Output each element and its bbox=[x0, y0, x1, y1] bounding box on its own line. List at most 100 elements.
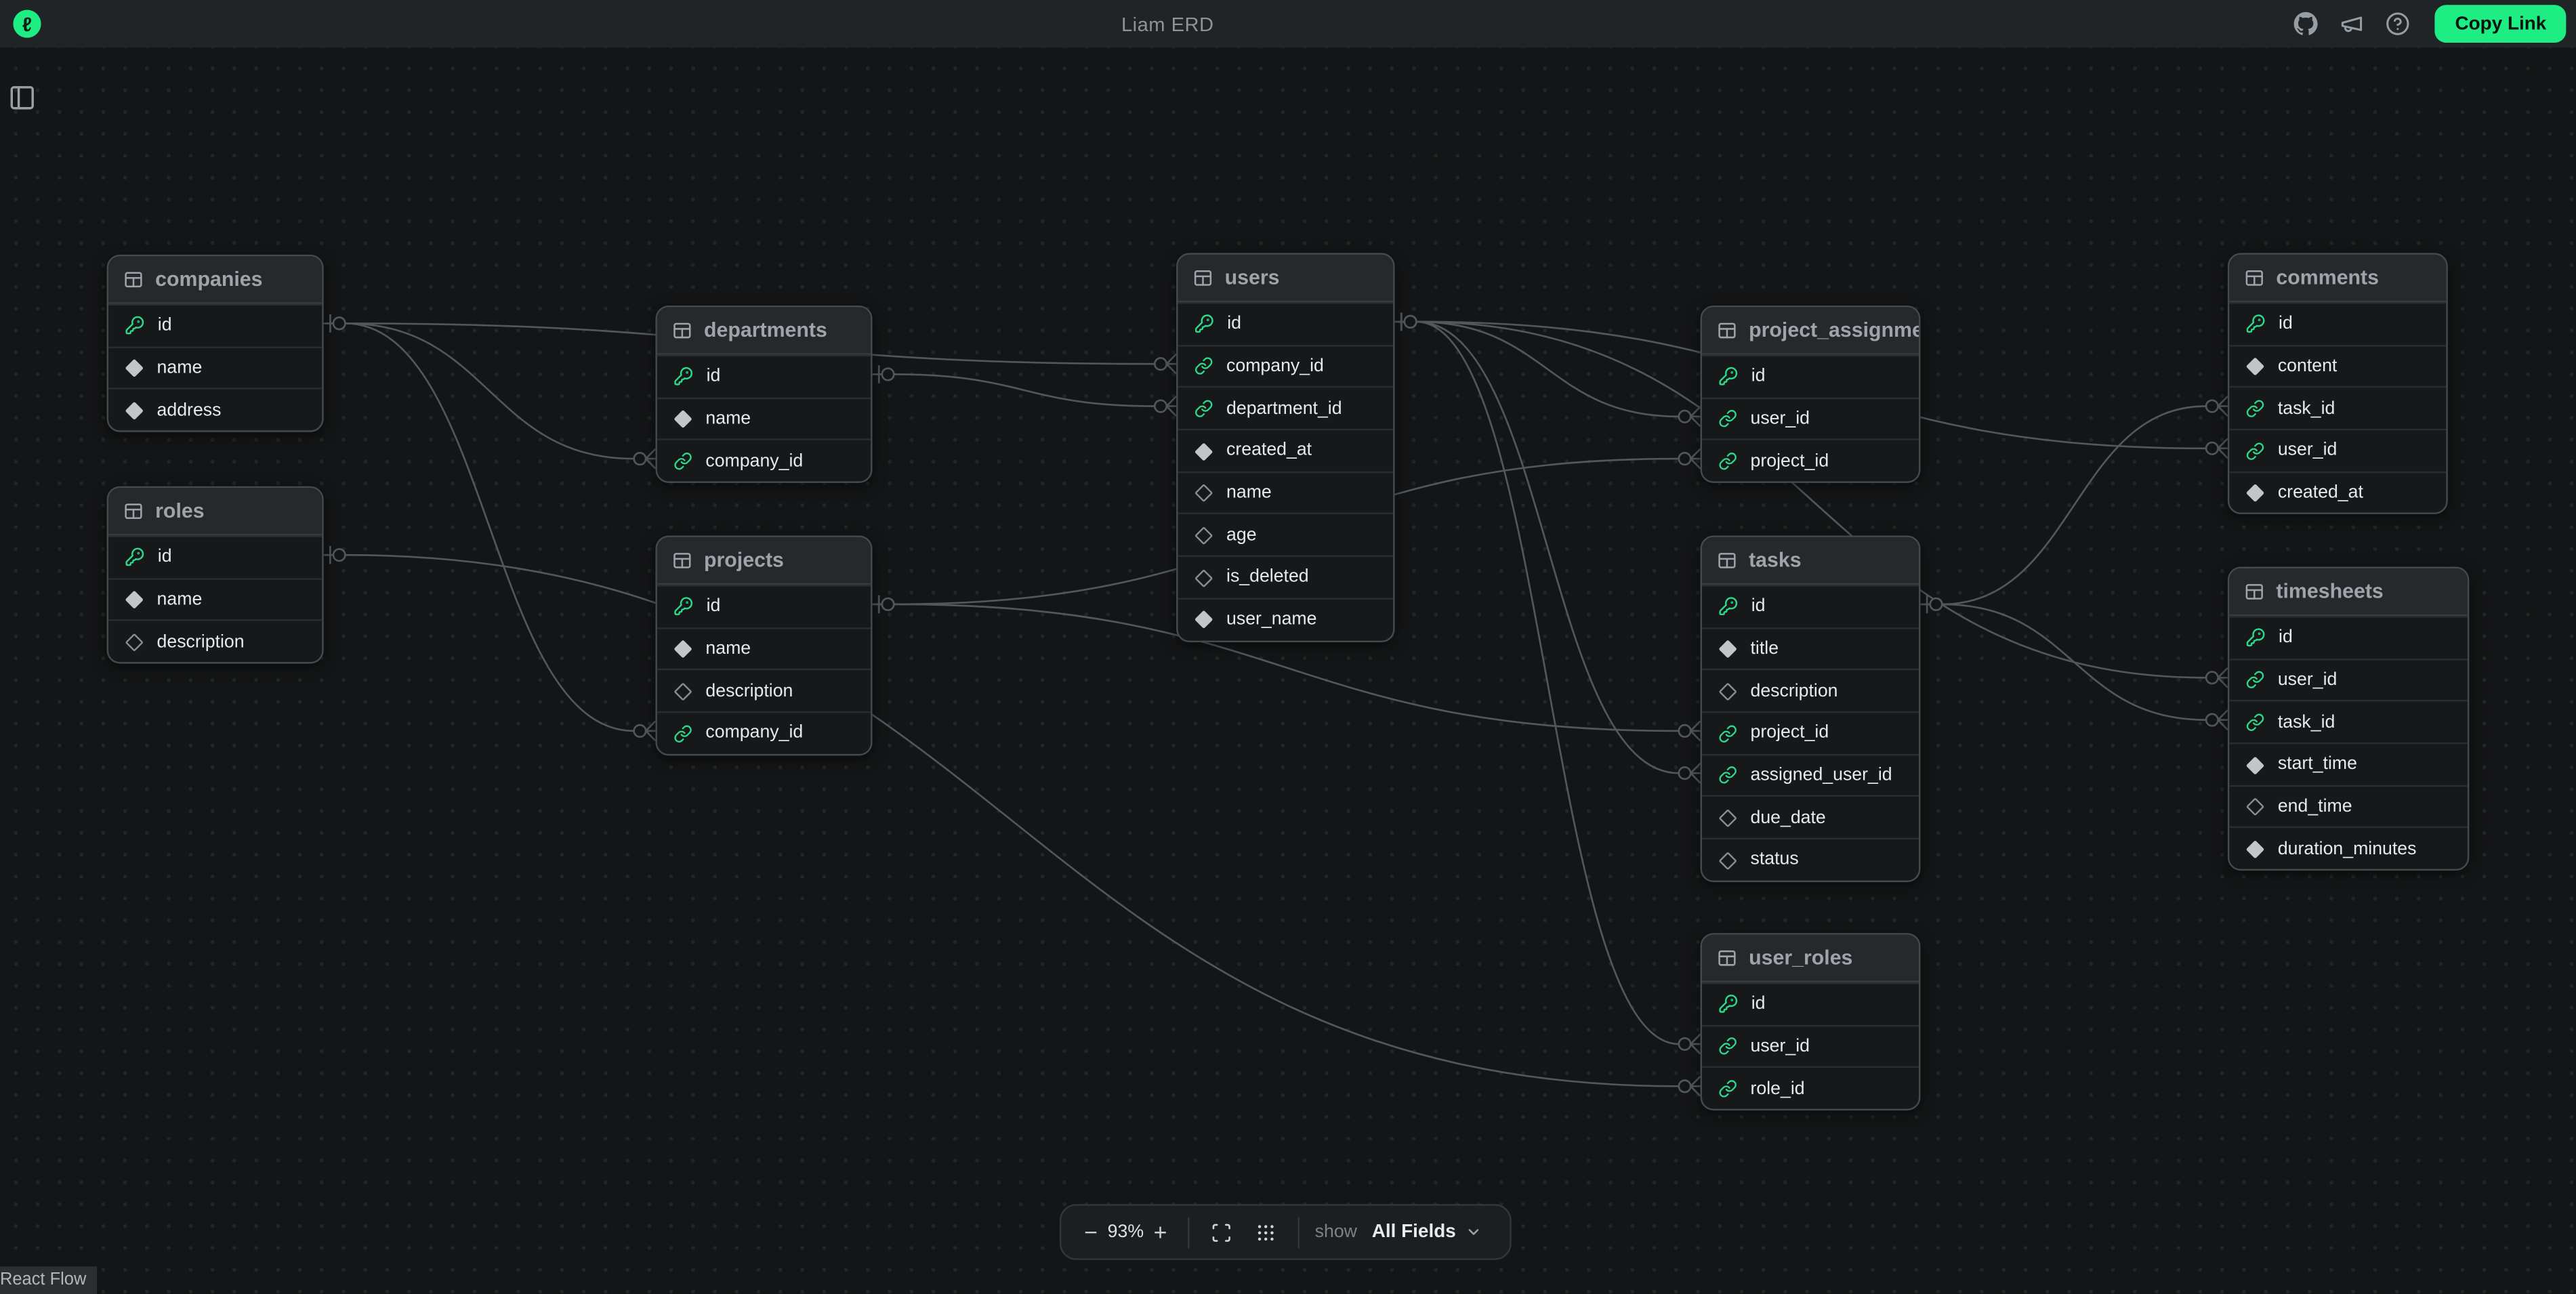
table-name: project_assignme... bbox=[1749, 318, 1920, 341]
table-node-users[interactable]: users id company_iddepartment_idcreated_at… bbox=[1176, 253, 1394, 641]
column-row-company_id[interactable]: company_id bbox=[657, 439, 871, 481]
table-node-roles[interactable]: rolesidnamedescription bbox=[107, 486, 324, 664]
table-node-user_roles[interactable]: user_rolesiduser_id role_id bbox=[1701, 933, 1921, 1110]
crow-foot-icon bbox=[1690, 764, 1700, 783]
foreign-key-icon bbox=[1194, 399, 1213, 418]
fields-filter-select[interactable]: All Fields bbox=[1372, 1222, 1482, 1242]
table-header[interactable]: companies bbox=[108, 256, 322, 304]
chevron-down-icon bbox=[1466, 1224, 1482, 1240]
column-row-is_deleted[interactable]: is_deleted bbox=[1178, 556, 1394, 598]
column-row-id[interactable]: id bbox=[657, 585, 871, 627]
copy-link-button[interactable]: Copy Link bbox=[2435, 5, 2566, 43]
column-row-id[interactable]: id bbox=[2229, 302, 2446, 344]
table-header[interactable]: user_roles bbox=[1702, 935, 1919, 982]
column-row-user_id[interactable]: user_id bbox=[2229, 429, 2446, 471]
column-row-created_at[interactable]: created_at bbox=[1178, 429, 1394, 471]
table-header[interactable]: project_assignme... bbox=[1702, 307, 1919, 354]
column-name: user_id bbox=[2278, 441, 2337, 461]
column-row-end_time[interactable]: end_time bbox=[2229, 785, 2468, 827]
zoom-in-button[interactable]: + bbox=[1147, 1221, 1173, 1244]
column-row-id[interactable]: id bbox=[1702, 585, 1919, 627]
not-null-diamond-icon bbox=[674, 640, 692, 658]
cardinality-one-icon bbox=[1395, 313, 1405, 331]
column-row-user_name[interactable]: user_name bbox=[1178, 598, 1394, 640]
column-row-content[interactable]: content bbox=[2229, 344, 2446, 386]
table-node-project_assignments[interactable]: project_assignme...iduser_idproject_id bbox=[1701, 306, 1921, 483]
table-node-timesheets[interactable]: timesheetsiduser_idtask_idstart_timeend_… bbox=[2228, 567, 2469, 871]
column-name: role_id bbox=[1751, 1079, 1805, 1098]
table-header[interactable]: projects bbox=[657, 537, 871, 585]
table-header[interactable]: users bbox=[1178, 255, 1394, 302]
table-header[interactable]: comments bbox=[2229, 255, 2446, 302]
column-row-assigned_user_id[interactable]: assigned_user_id bbox=[1702, 753, 1919, 795]
column-name: description bbox=[1751, 682, 1838, 701]
column-row-name[interactable]: name bbox=[657, 397, 871, 439]
column-row-id[interactable]: id bbox=[657, 355, 871, 397]
megaphone-icon[interactable] bbox=[2340, 12, 2365, 36]
column-row-description[interactable]: description bbox=[1702, 669, 1919, 711]
column-row-task_id[interactable]: task_id bbox=[2229, 701, 2468, 743]
crow-foot-icon bbox=[2218, 438, 2228, 458]
column-row-due_date[interactable]: due_date bbox=[1702, 796, 1919, 838]
help-icon[interactable] bbox=[2386, 12, 2411, 36]
fit-view-button[interactable] bbox=[1205, 1222, 1239, 1243]
top-bar: ℓ Liam ERD Copy Link bbox=[0, 0, 2576, 47]
column-row-description[interactable]: description bbox=[108, 620, 322, 662]
column-row-id[interactable]: id bbox=[108, 304, 322, 346]
column-row-user_id[interactable]: user_id bbox=[1702, 1024, 1919, 1066]
column-row-id[interactable]: id bbox=[108, 535, 322, 577]
github-icon[interactable] bbox=[2294, 12, 2319, 36]
column-row-name[interactable]: name bbox=[108, 346, 322, 388]
cardinality-one-circle-icon bbox=[333, 318, 345, 329]
relationship-edge bbox=[894, 374, 1155, 406]
react-flow-attribution[interactable]: React Flow bbox=[0, 1266, 96, 1294]
column-row-description[interactable]: description bbox=[657, 669, 871, 711]
table-node-companies[interactable]: companies id nameaddress bbox=[107, 255, 324, 432]
cardinality-many-circle-icon bbox=[1679, 725, 1690, 736]
column-row-name[interactable]: name bbox=[657, 627, 871, 669]
column-row-name[interactable]: name bbox=[108, 578, 322, 620]
column-row-id[interactable]: id bbox=[1178, 302, 1394, 344]
column-row-id[interactable]: id bbox=[1702, 355, 1919, 397]
not-null-diamond-icon bbox=[2247, 840, 2264, 858]
column-row-title[interactable]: title bbox=[1702, 627, 1919, 669]
crow-foot-icon bbox=[1690, 1034, 1700, 1053]
column-row-status[interactable]: status bbox=[1702, 838, 1919, 880]
column-row-created_at[interactable]: created_at bbox=[2229, 471, 2446, 513]
column-name: is_deleted bbox=[1226, 568, 1309, 587]
liam-logo-icon[interactable]: ℓ bbox=[13, 10, 41, 38]
column-row-user_id[interactable]: user_id bbox=[1702, 397, 1919, 439]
column-name: id bbox=[1227, 314, 1241, 334]
table-header[interactable]: roles bbox=[108, 488, 322, 535]
tidy-up-button[interactable] bbox=[1249, 1222, 1284, 1243]
column-row-user_id[interactable]: user_id bbox=[2229, 659, 2468, 701]
column-row-department_id[interactable]: department_id bbox=[1178, 387, 1394, 429]
zoom-out-button[interactable]: − bbox=[1078, 1221, 1104, 1244]
nullable-diamond-icon bbox=[1195, 484, 1213, 502]
column-row-project_id[interactable]: project_id bbox=[1702, 439, 1919, 481]
column-row-address[interactable]: address bbox=[108, 388, 322, 430]
column-row-id[interactable]: id bbox=[1702, 982, 1919, 1024]
column-row-id[interactable]: id bbox=[2229, 616, 2468, 658]
column-row-company_id[interactable]: company_id bbox=[1178, 344, 1394, 386]
column-row-task_id[interactable]: task_id bbox=[2229, 387, 2446, 429]
column-row-start_time[interactable]: start_time bbox=[2229, 743, 2468, 785]
table-header[interactable]: timesheets bbox=[2229, 568, 2468, 616]
table-node-comments[interactable]: commentsidcontenttask_id user_id created_a… bbox=[2228, 253, 2448, 515]
column-row-name[interactable]: name bbox=[1178, 471, 1394, 513]
table-node-tasks[interactable]: tasksidtitle description project_idassigne… bbox=[1701, 535, 1921, 881]
column-name: id bbox=[158, 316, 172, 335]
table-node-projects[interactable]: projectsidnamedescriptioncompany_id bbox=[655, 535, 872, 755]
table-header[interactable]: tasks bbox=[1702, 537, 1919, 585]
column-row-duration_minutes[interactable]: duration_minutes bbox=[2229, 827, 2468, 869]
sidebar-toggle-button[interactable] bbox=[8, 84, 36, 112]
cardinality-many-circle-icon bbox=[1679, 1081, 1690, 1092]
column-row-role_id[interactable]: role_id bbox=[1702, 1067, 1919, 1109]
column-row-age[interactable]: age bbox=[1178, 514, 1394, 556]
cardinality-many-circle-icon bbox=[1679, 1038, 1690, 1049]
column-row-company_id[interactable]: company_id bbox=[657, 711, 871, 753]
table-node-departments[interactable]: departmentsidnamecompany_id bbox=[655, 306, 872, 483]
column-name: project_id bbox=[1751, 724, 1829, 743]
column-row-project_id[interactable]: project_id bbox=[1702, 711, 1919, 753]
table-header[interactable]: departments bbox=[657, 307, 871, 354]
